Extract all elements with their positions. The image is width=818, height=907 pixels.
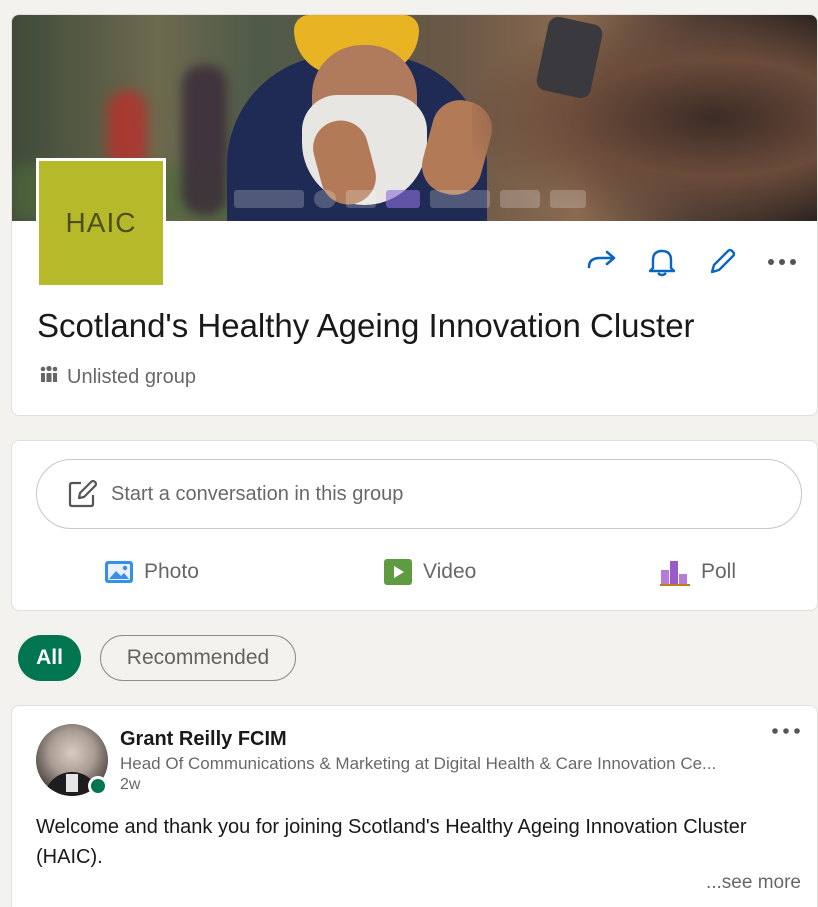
composer-card: Start a conversation in this group Photo… [11, 440, 818, 611]
post-body: Welcome and thank you for joining Scotla… [36, 816, 747, 868]
group-title: Scotland's Healthy Ageing Innovation Clu… [37, 307, 695, 344]
photo-label: Photo [144, 560, 199, 583]
video-label: Video [423, 560, 477, 583]
poll-button[interactable]: Poll [659, 549, 736, 595]
more-icon[interactable] [765, 245, 799, 279]
compose-icon [67, 479, 97, 509]
filter-recommended[interactable]: Recommended [100, 635, 296, 681]
feed-filters: All Recommended [18, 635, 296, 681]
post-card: Grant Reilly FCIM Head Of Communications… [11, 705, 818, 907]
group-actions [585, 245, 799, 279]
group-type-label: Unlisted group [67, 365, 196, 388]
share-icon[interactable] [585, 245, 619, 279]
poll-icon [659, 558, 691, 586]
group-logo: HAIC [36, 158, 166, 288]
start-conversation-placeholder: Start a conversation in this group [111, 482, 404, 505]
poll-label: Poll [701, 560, 737, 583]
post-timestamp: 2w [120, 776, 141, 793]
group-visibility: Unlisted group [39, 365, 196, 389]
photo-icon [104, 559, 134, 585]
filter-all[interactable]: All [18, 635, 81, 681]
group-logo-text: HAIC [65, 207, 137, 238]
media-buttons: Photo Video Poll [12, 549, 817, 595]
see-more-link[interactable]: ...see more [706, 872, 801, 894]
partner-logos [234, 185, 604, 213]
author-headline: Head Of Communications & Marketing at Di… [120, 754, 717, 773]
photo-button[interactable]: Photo [104, 549, 199, 595]
video-icon [383, 558, 413, 586]
pencil-icon[interactable] [705, 245, 739, 279]
author-name[interactable]: Grant Reilly FCIM [120, 728, 287, 751]
video-button[interactable]: Video [383, 549, 476, 595]
start-conversation-button[interactable]: Start a conversation in this group [36, 459, 802, 529]
online-status-dot [88, 776, 108, 796]
bell-icon[interactable] [645, 245, 679, 279]
post-more-icon[interactable] [771, 722, 801, 740]
group-people-icon [39, 365, 59, 389]
group-header-card: HAIC Scotland's Healthy Ageing Innovatio… [11, 14, 818, 416]
